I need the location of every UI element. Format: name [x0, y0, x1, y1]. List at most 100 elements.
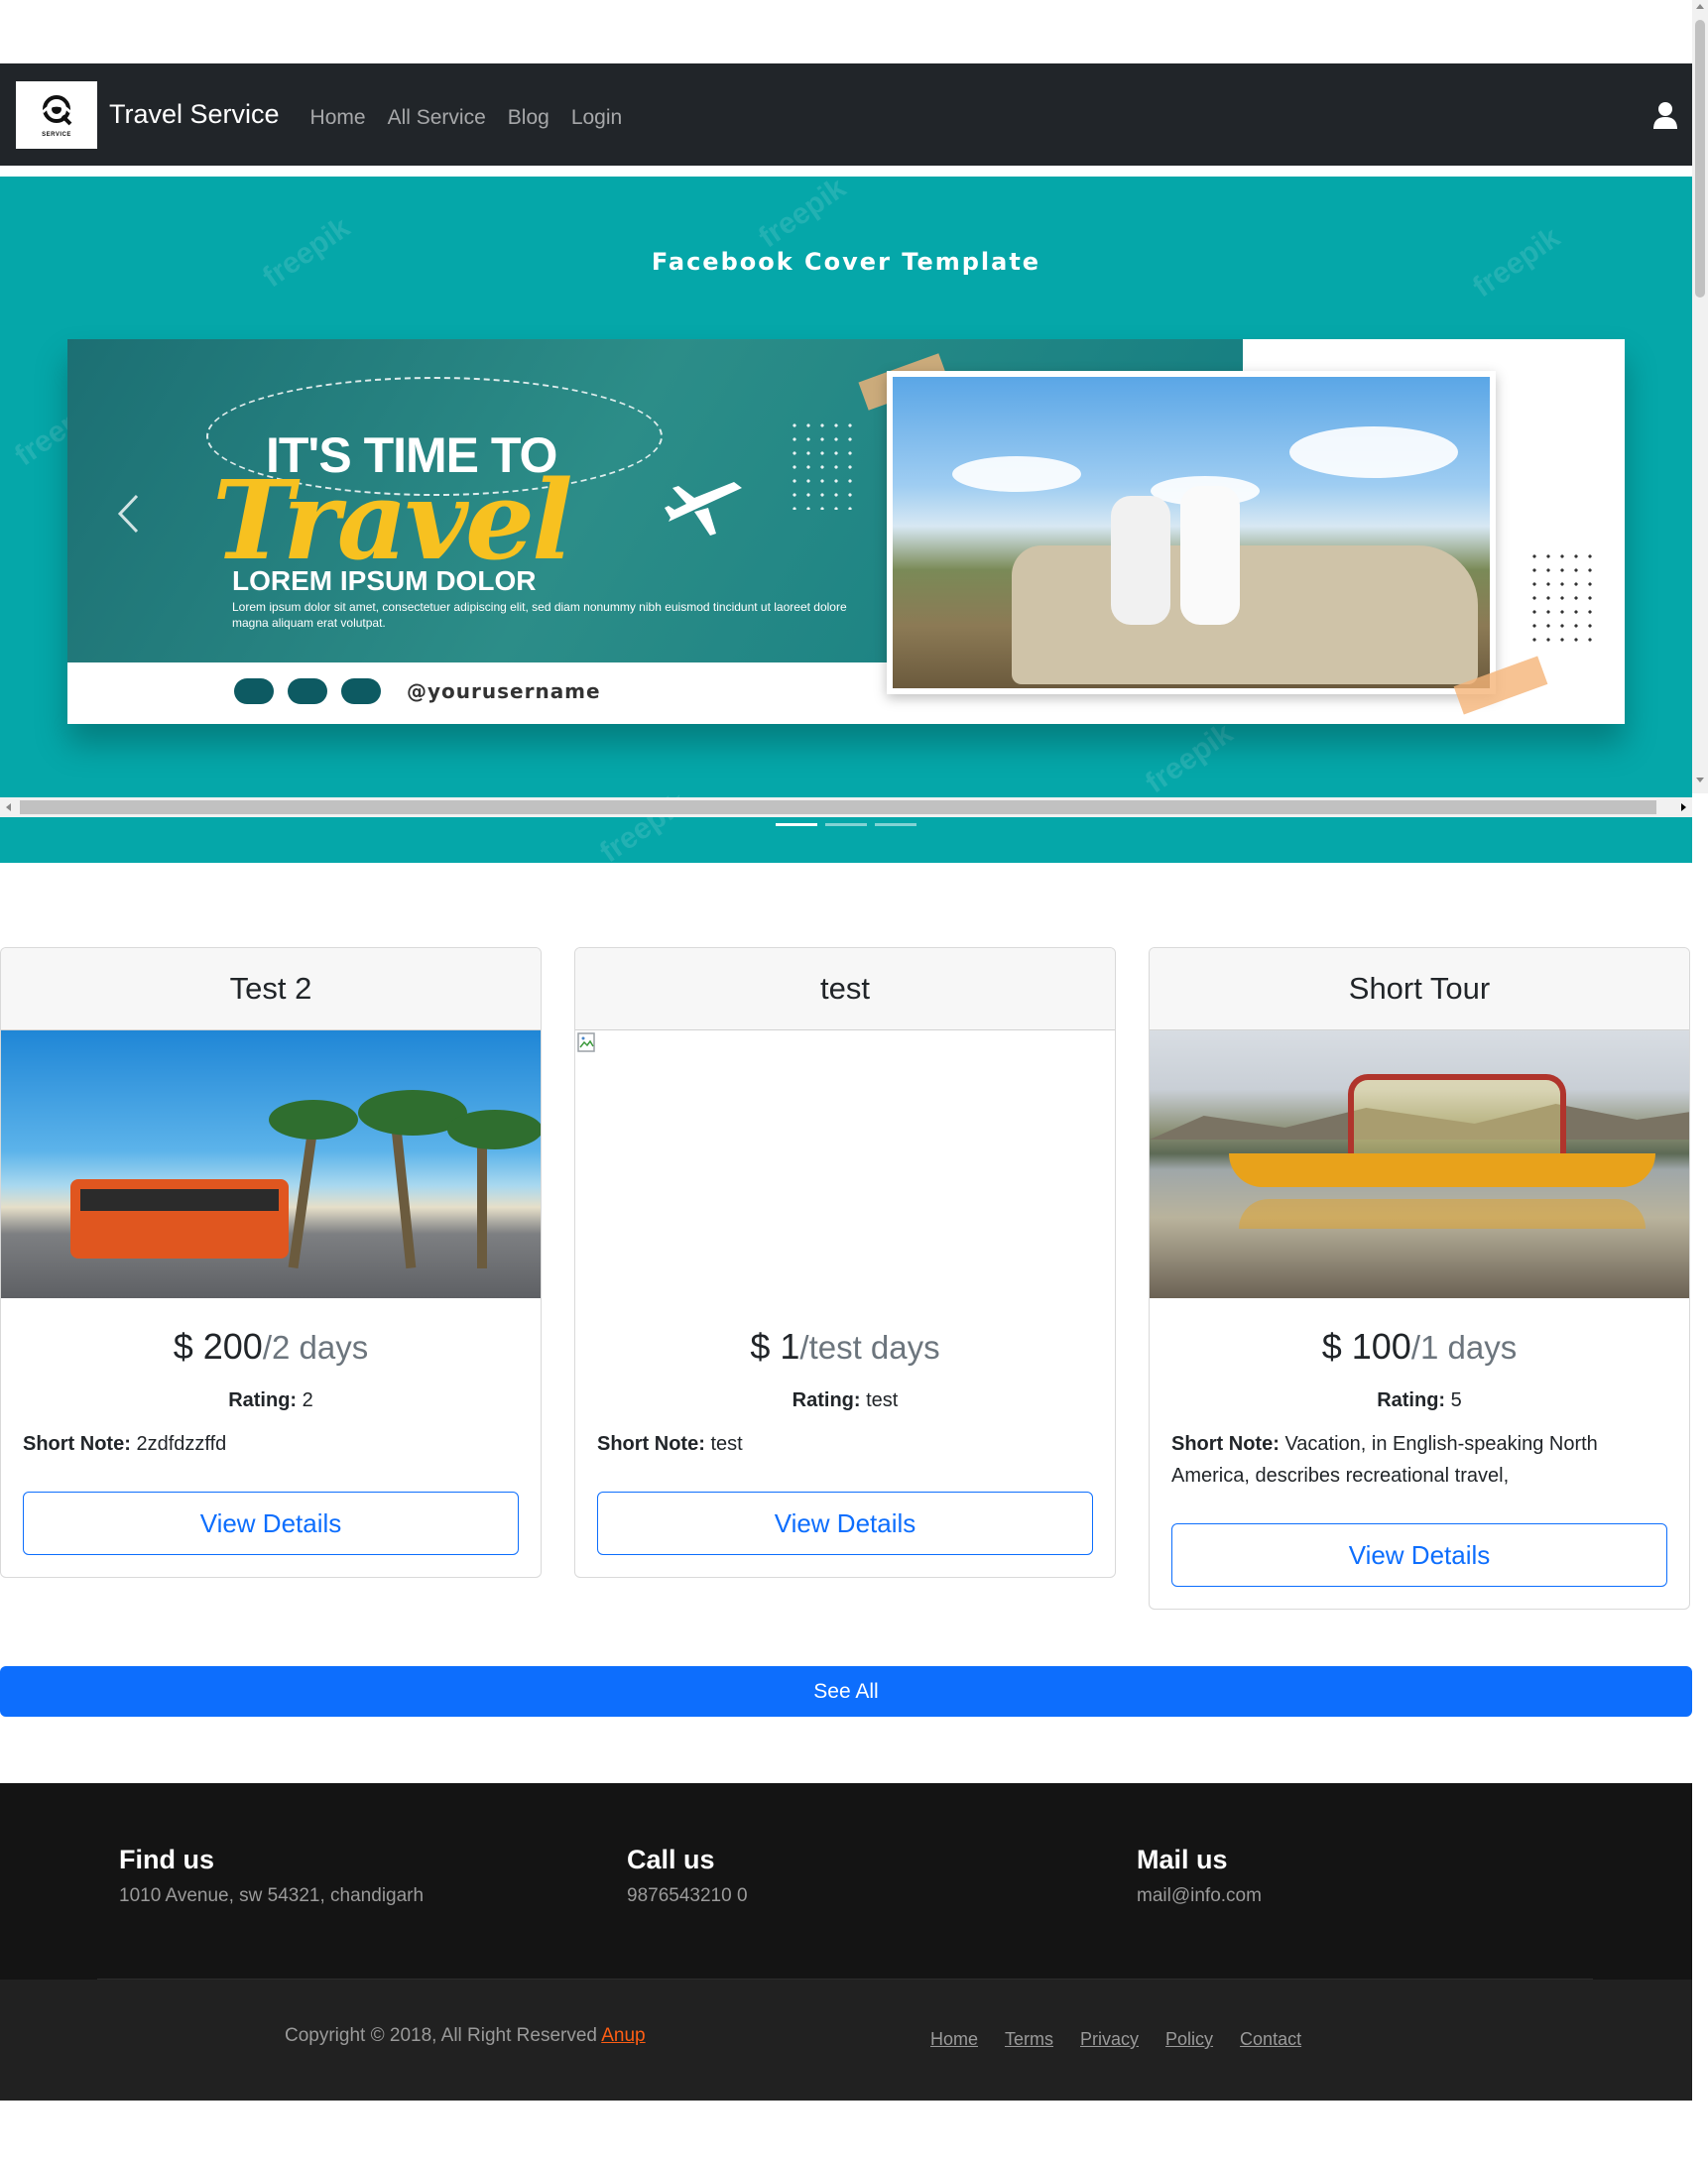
carousel-indicator-1[interactable] — [776, 823, 817, 826]
nav-link-home[interactable]: Home — [310, 106, 366, 130]
price-amount: 1 — [780, 1326, 800, 1367]
banner-photo-frame — [887, 371, 1496, 694]
scroll-left-icon[interactable] — [6, 803, 11, 811]
page: SERVICE Travel Service Home All Service … — [0, 0, 1692, 2163]
logo-icon — [41, 94, 72, 125]
scroll-down-icon[interactable] — [1696, 778, 1704, 782]
user-icon[interactable] — [1652, 101, 1678, 129]
card-body: $ 100/1 days Rating: 5 Short Note: Vacat… — [1150, 1298, 1689, 1609]
short-note: Short Note: 2zdfdzzffd — [23, 1428, 519, 1460]
brand-logo[interactable]: SERVICE — [16, 80, 97, 149]
card-image-boat-lake — [1150, 1030, 1689, 1298]
footer-link-privacy[interactable]: Privacy — [1080, 2029, 1139, 2050]
card-title: Test 2 — [1, 948, 541, 1030]
short-note: Short Note: Vacation, in English-speakin… — [1171, 1428, 1667, 1492]
navbar: SERVICE Travel Service Home All Service … — [0, 63, 1692, 166]
footer-email: mail@info.com — [1137, 1885, 1262, 1906]
scrollbar-thumb[interactable] — [1695, 20, 1705, 298]
rating-value: test — [860, 1389, 899, 1411]
note-label: Short Note: — [1171, 1433, 1280, 1455]
cover-title: Facebook Cover Template — [651, 248, 1041, 276]
rating-value: 5 — [1445, 1389, 1462, 1411]
twitter-icon — [288, 678, 327, 704]
service-card: Test 2 $ 200/2 days Rating: 2 Short Note… — [0, 947, 542, 1578]
view-details-button[interactable]: View Details — [23, 1492, 519, 1555]
rating-label: Rating: — [792, 1389, 861, 1411]
note-label: Short Note: — [23, 1433, 131, 1455]
scroll-up-icon[interactable] — [1696, 4, 1704, 9]
watermark: freepik — [1140, 716, 1239, 800]
nav-link-all-service[interactable]: All Service — [388, 106, 486, 130]
price-currency: $ — [1321, 1326, 1352, 1367]
palm-leaves — [269, 1100, 358, 1140]
price-amount: 200 — [202, 1326, 263, 1367]
footer: Find us 1010 Avenue, sw 54321, chandigar… — [0, 1783, 1692, 2101]
footer-heading: Find us — [119, 1845, 214, 1874]
watermark: freepik — [753, 177, 852, 255]
footer-call-us: Call us 9876543210 0 — [627, 1845, 748, 1907]
banner-subheading: LOREM IPSUM DOLOR — [232, 565, 537, 596]
footer-address: 1010 Avenue, sw 54321, chandigarh — [119, 1885, 425, 1906]
footer-link-contact[interactable]: Contact — [1240, 2029, 1301, 2050]
short-note: Short Note: test — [597, 1428, 1093, 1460]
footer-find-us: Find us 1010 Avenue, sw 54321, chandigar… — [119, 1845, 424, 1907]
price-currency: $ — [173, 1326, 203, 1367]
price: $ 1/test days — [597, 1326, 1093, 1368]
carousel-indicator-2[interactable] — [825, 823, 867, 826]
see-all-button[interactable]: See All — [0, 1666, 1692, 1717]
nav-link-blog[interactable]: Blog — [508, 106, 549, 130]
slide-banner: IT'S TIME TO Travel LOREM IPSUM DOLOR Lo… — [67, 339, 1625, 724]
footer-link-home[interactable]: Home — [930, 2029, 978, 2050]
dot-grid — [1527, 549, 1597, 645]
footer-phone: 9876543210 0 — [627, 1885, 748, 1906]
airplane-icon — [665, 482, 742, 536]
brand-name[interactable]: Travel Service — [109, 99, 280, 130]
carousel-indicator-3[interactable] — [875, 823, 916, 826]
boat-hull — [1229, 1153, 1655, 1187]
view-details-button[interactable]: View Details — [1171, 1523, 1667, 1587]
footer-link-policy[interactable]: Policy — [1165, 2029, 1213, 2050]
bus-windows — [80, 1189, 279, 1211]
price-currency: $ — [750, 1326, 781, 1367]
boat-reflection — [1239, 1199, 1646, 1229]
carousel-indicators — [0, 823, 1692, 826]
copyright-author-link[interactable]: Anup — [601, 2025, 645, 2046]
copyright: Copyright © 2018, All Right Reserved Anu… — [285, 2025, 646, 2047]
boat-canopy — [1348, 1074, 1566, 1153]
card-title: test — [575, 948, 1115, 1030]
social-row: @yourusername — [234, 678, 601, 704]
vertical-scrollbar[interactable] — [1692, 0, 1708, 793]
carousel-prev-icon[interactable] — [117, 494, 139, 534]
horizontal-scrollbar[interactable] — [0, 797, 1692, 817]
rating: Rating: 2 — [23, 1389, 519, 1412]
price: $ 200/2 days — [23, 1326, 519, 1368]
palm-trunk — [288, 1120, 319, 1268]
price-duration: /1 days — [1410, 1329, 1518, 1366]
footer-heading: Mail us — [1137, 1845, 1228, 1874]
price-duration: /test days — [799, 1329, 940, 1366]
note-text: 2zdfdzzffd — [130, 1433, 227, 1455]
jeep-shape — [1012, 545, 1478, 684]
cloud — [952, 456, 1081, 492]
card-body: $ 1/test days Rating: test Short Note: t… — [575, 1298, 1115, 1577]
nav-link-login[interactable]: Login — [571, 106, 622, 130]
palm-leaves — [447, 1110, 541, 1149]
footer-mail-us: Mail us mail@info.com — [1137, 1845, 1262, 1907]
card-image-bus-beach — [1, 1030, 541, 1298]
travelers-photo — [893, 377, 1490, 688]
price-duration: /2 days — [262, 1329, 369, 1366]
services-section: Test 2 $ 200/2 days Rating: 2 Short Note… — [0, 947, 1692, 1622]
rating-label: Rating: — [228, 1389, 298, 1411]
note-text: test — [704, 1433, 743, 1455]
person-shape — [1111, 496, 1170, 625]
scrollbar-thumb[interactable] — [20, 800, 1656, 814]
rating: Rating: test — [597, 1389, 1093, 1412]
price-amount: 100 — [1351, 1326, 1411, 1367]
price: $ 100/1 days — [1171, 1326, 1667, 1368]
card-title: Short Tour — [1150, 948, 1689, 1030]
footer-link-terms[interactable]: Terms — [1005, 2029, 1053, 2050]
hero-carousel: freepik freepik freepik freepik freepik … — [0, 177, 1692, 863]
footer-bottom: Copyright © 2018, All Right Reserved Anu… — [0, 1980, 1692, 2101]
view-details-button[interactable]: View Details — [597, 1492, 1093, 1555]
scroll-right-icon[interactable] — [1681, 803, 1686, 811]
